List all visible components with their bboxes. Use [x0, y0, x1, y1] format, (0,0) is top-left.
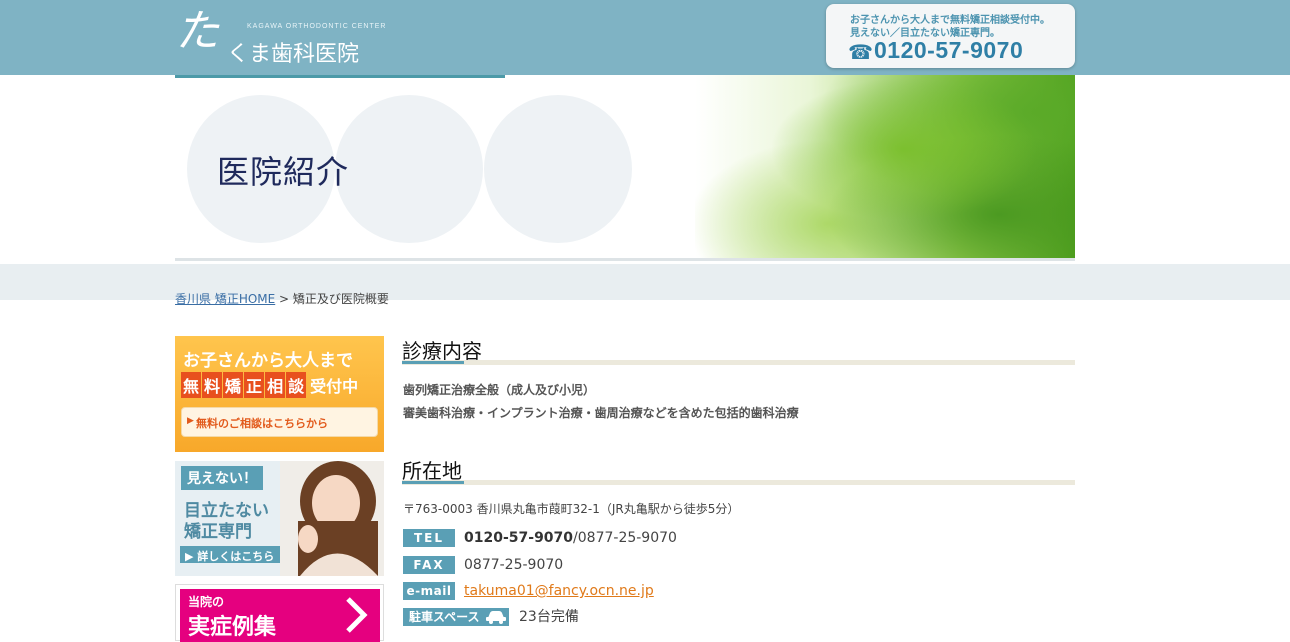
consult-keyword-char: 談: [286, 372, 307, 398]
phone-icon: ☎: [848, 40, 873, 64]
heading-accent: [402, 481, 464, 484]
consult-keyword-char: 無: [181, 372, 202, 398]
consult-keyword-char: 正: [244, 372, 265, 398]
banner-circle: [484, 95, 632, 243]
invisible-tag: 見えない！: [181, 466, 263, 490]
banner-divider: [175, 258, 1075, 261]
case-gallery-inner: 当院の 実症例集: [180, 589, 380, 642]
consult-button-label: 無料のご相談はこちらから: [196, 417, 328, 430]
logo-mark: た: [175, 6, 219, 57]
woman-photo: [280, 461, 384, 576]
parking-label: 駐車スペース: [409, 610, 480, 624]
consult-banner-headline: お子さんから大人まで: [183, 351, 353, 371]
logo-clinic-name: くま歯科医院: [227, 42, 360, 67]
page-banner: 医院紹介: [175, 75, 1075, 261]
heading-accent: [402, 361, 464, 364]
breadcrumb-separator: >: [275, 292, 293, 306]
page-title: 医院紹介: [217, 153, 350, 191]
consult-keyword-char: 料: [202, 372, 223, 398]
heading-rule: [402, 480, 1075, 485]
tel-label: TEL: [403, 529, 455, 547]
leaves-image: [695, 75, 1075, 261]
free-consult-banner[interactable]: お子さんから大人まで 無料矯正相談受付中 ▶ 無料のご相談はこちらから: [175, 336, 384, 452]
case-gallery-line2: 実症例集: [188, 615, 277, 640]
breadcrumb-home-link[interactable]: 香川県 矯正HOME: [175, 292, 275, 306]
invisible-line3: 矯正専門: [184, 522, 252, 542]
banner-top-line: [175, 75, 505, 78]
logo-english-text: KAGAWA ORTHODONTIC CENTER: [247, 23, 387, 30]
consult-banner-keywords: 無料矯正相談受付中: [181, 372, 358, 398]
tel-free-number[interactable]: 0120-57-9070: [464, 530, 573, 546]
consult-keyword-char: 矯: [223, 372, 244, 398]
email-link[interactable]: takuma01@fancy.ocn.ne.jp: [464, 583, 654, 599]
fax-value: 0877-25-9070: [464, 557, 564, 573]
site-header: た KAGAWA ORTHODONTIC CENTER くま歯科医院 お子さんか…: [0, 0, 1290, 75]
tel-value: 0120-57-9070/0877-25-9070: [464, 529, 677, 547]
parking-label-box: 駐車スペース: [403, 608, 509, 626]
email-value: takuma01@fancy.ocn.ne.jp: [464, 582, 654, 600]
fax-label: FAX: [403, 556, 455, 574]
case-gallery-line1: 当院の: [188, 595, 225, 609]
parking-value: 23台完備: [519, 609, 579, 625]
consult-button[interactable]: ▶ 無料のご相談はこちらから: [181, 407, 378, 437]
header-phone-number[interactable]: 0120-57-9070: [874, 37, 1023, 64]
invisible-details-button[interactable]: ▶ 詳しくはこちら: [180, 546, 280, 563]
chevron-right-icon: [346, 597, 368, 633]
tel-local-number: /0877-25-9070: [573, 530, 677, 546]
banner-circle: [335, 95, 483, 243]
car-icon: [486, 611, 506, 624]
breadcrumb-current: 矯正及び医院概要: [292, 292, 389, 306]
arrow-right-icon: ▶: [187, 416, 194, 426]
site-logo[interactable]: た KAGAWA ORTHODONTIC CENTER くま歯科医院: [175, 6, 385, 68]
header-contact-box[interactable]: お子さんから大人まで無料矯正相談受付中。 見えない／目立たない矯正専門。 ☎ 0…: [826, 4, 1075, 68]
address-text: 〒763-0003 香川県丸亀市葭町32-1（JR丸亀駅から徒歩5分）: [403, 502, 740, 516]
breadcrumb: 香川県 矯正HOME > 矯正及び医院概要: [175, 290, 389, 307]
invisible-braces-banner[interactable]: 見えない！ 目立たない 矯正専門 ▶ 詳しくはこちら: [175, 461, 384, 576]
heading-rule: [402, 360, 1075, 365]
email-label: e-mail: [403, 582, 455, 600]
invisible-details-label: ▶ 詳しくはこちら: [185, 550, 275, 563]
consult-keyword-char: 相: [265, 372, 286, 398]
service-item: 歯列矯正治療全般（成人及び小児）: [403, 383, 596, 397]
consult-suffix: 受付中: [310, 377, 359, 396]
case-gallery-banner[interactable]: 当院の 実症例集: [175, 584, 384, 642]
service-item: 審美歯科治療・インプラント治療・歯周治療などを含めた包括的歯科治療: [403, 406, 799, 420]
